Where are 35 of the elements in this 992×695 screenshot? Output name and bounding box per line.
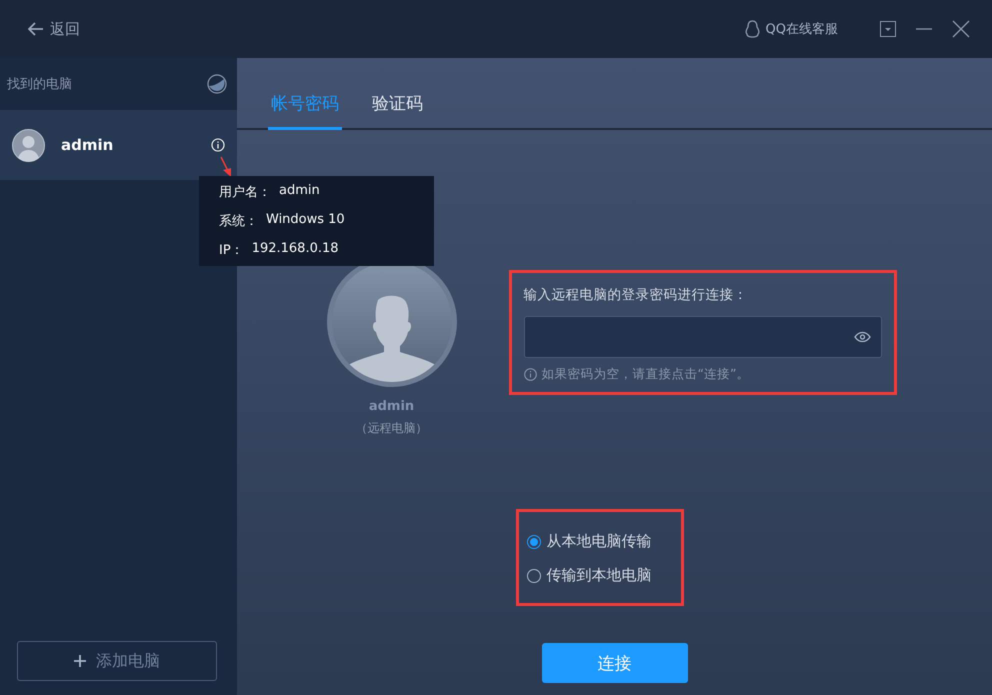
tab[interactable]: 验证码: [369, 92, 426, 130]
info-icon[interactable]: [211, 138, 225, 152]
close-button[interactable]: [952, 20, 970, 38]
sidebar-title: 找到的电脑: [7, 76, 72, 93]
radio-label: 从本地电脑传输: [546, 532, 652, 551]
password-field[interactable]: [524, 316, 882, 358]
add-computer-button[interactable]: 添加电脑: [17, 641, 217, 681]
remote-name: admin: [368, 399, 414, 414]
avatar-icon: [12, 128, 45, 162]
back-arrow-icon: [28, 22, 44, 36]
minimize-icon: [916, 28, 932, 30]
computer-item[interactable]: admin: [0, 110, 237, 180]
computer-name: admin: [61, 136, 114, 154]
close-icon: [952, 20, 970, 38]
password-hint: 如果密码为空，请直接点击“连接”。: [542, 366, 750, 383]
tooltip-label: IP：: [219, 242, 244, 259]
direction-radio[interactable]: 从本地电脑传输: [526, 532, 680, 551]
minimize-button[interactable]: [916, 28, 932, 30]
tooltip-label: 系统：: [219, 212, 258, 230]
password-label: 输入远程电脑的登录密码进行连接：: [524, 286, 748, 304]
annotation-arrow: [218, 156, 234, 178]
eye-icon[interactable]: [854, 331, 870, 343]
tooltip-value: 192.168.0.18: [252, 240, 339, 258]
remote-caption: （远程电脑）: [356, 420, 428, 437]
dropdown-button[interactable]: [880, 21, 896, 37]
plus-icon: [74, 655, 86, 667]
back-button[interactable]: 返回: [28, 20, 80, 38]
info-icon: [524, 368, 536, 381]
support-link[interactable]: QQ在线客服: [744, 20, 838, 38]
dropdown-icon: [880, 21, 896, 37]
tooltip-label: 用户名：: [219, 184, 271, 202]
direction-radio[interactable]: 传输到本地电脑: [526, 566, 680, 585]
tooltip-value: Windows 10: [266, 212, 345, 229]
radio-label: 传输到本地电脑: [546, 566, 652, 585]
tooltip-value: admin: [279, 183, 320, 200]
